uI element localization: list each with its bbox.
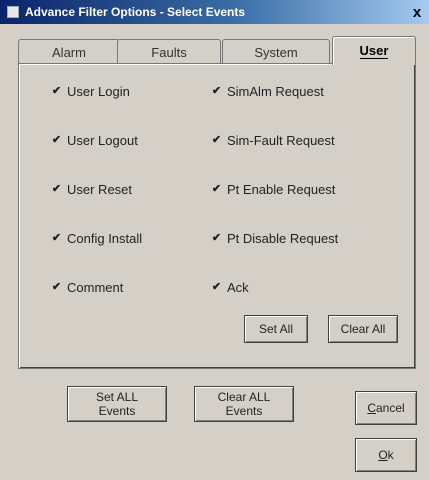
checkbox-label: Config Install <box>67 231 143 246</box>
checkmark-icon: ✔ <box>211 134 222 146</box>
sim-fault-request-checkbox[interactable]: ✔ Sim-Fault Request <box>211 133 335 148</box>
comment-checkbox[interactable]: ✔ Comment <box>51 280 123 295</box>
tab-faults[interactable]: Faults <box>117 39 221 64</box>
pt-disable-request-checkbox[interactable]: ✔ Pt Disable Request <box>211 231 338 246</box>
checkmark-icon: ✔ <box>211 183 222 195</box>
app-icon <box>7 6 19 18</box>
simalm-request-checkbox[interactable]: ✔ SimAlm Request <box>211 84 324 99</box>
window-title: Advance Filter Options - Select Events <box>25 5 246 19</box>
set-all-events-button[interactable]: Set ALL Events <box>67 386 167 422</box>
checkbox-label: User Reset <box>67 182 133 197</box>
cancel-button[interactable]: Cancel <box>355 391 417 425</box>
checkmark-icon: ✔ <box>51 183 62 195</box>
checkbox-label: User Logout <box>67 133 138 148</box>
checkmark-icon: ✔ <box>211 85 222 97</box>
checkmark-icon: ✔ <box>51 232 62 244</box>
close-button[interactable]: x <box>407 2 427 22</box>
set-all-button[interactable]: Set All <box>244 315 308 343</box>
checkbox-label: User Login <box>67 84 130 99</box>
tab-user[interactable]: User <box>332 36 416 65</box>
checkmark-icon: ✔ <box>51 85 62 97</box>
config-install-checkbox[interactable]: ✔ Config Install <box>51 231 142 246</box>
tab-system[interactable]: System <box>222 39 330 64</box>
user-reset-checkbox[interactable]: ✔ User Reset <box>51 182 132 197</box>
ok-button[interactable]: Ok <box>355 438 417 472</box>
checkmark-icon: ✔ <box>51 281 62 293</box>
user-login-checkbox[interactable]: ✔ User Login <box>51 84 130 99</box>
checkbox-label: Ack <box>227 280 249 295</box>
checkbox-label: SimAlm Request <box>227 84 324 99</box>
pt-enable-request-checkbox[interactable]: ✔ Pt Enable Request <box>211 182 336 197</box>
title-bar[interactable]: Advance Filter Options - Select Events x <box>0 0 429 24</box>
checkbox-label: Pt Enable Request <box>227 182 336 197</box>
clear-all-button[interactable]: Clear All <box>328 315 398 343</box>
checkmark-icon: ✔ <box>211 232 222 244</box>
clear-all-events-button[interactable]: Clear ALL Events <box>194 386 294 422</box>
checkbox-label: Comment <box>67 280 124 295</box>
checkbox-label: Pt Disable Request <box>227 231 339 246</box>
checkmark-icon: ✔ <box>211 281 222 293</box>
tab-alarm[interactable]: Alarm <box>18 39 120 64</box>
checkbox-label: Sim-Fault Request <box>227 133 335 148</box>
tab-strip: Alarm Faults System User <box>18 36 416 65</box>
user-events-panel: ✔ User Login ✔ User Logout ✔ User Reset … <box>18 63 416 369</box>
user-logout-checkbox[interactable]: ✔ User Logout <box>51 133 138 148</box>
checkmark-icon: ✔ <box>51 134 62 146</box>
ack-checkbox[interactable]: ✔ Ack <box>211 280 249 295</box>
